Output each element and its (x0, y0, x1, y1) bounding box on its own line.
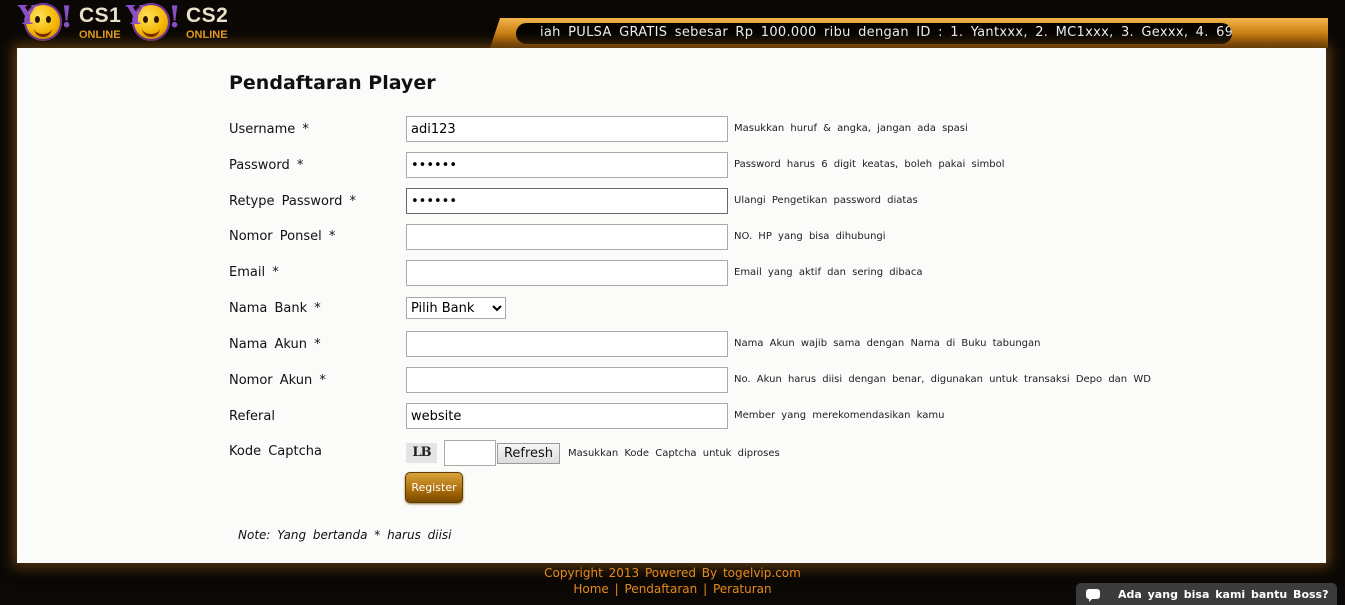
chat-bubble-icon (1086, 589, 1100, 602)
referral-label: Referal (229, 409, 275, 424)
footer-separator: | (703, 582, 708, 596)
captcha-label: Kode Captcha (229, 444, 322, 459)
referral-input[interactable] (406, 403, 728, 429)
account-number-label: Nomor Akun * (229, 373, 326, 388)
cs1-label: CS1 (79, 4, 122, 27)
footer-link-home[interactable]: Home (573, 582, 608, 596)
cs2-online-status: ONLINE (186, 29, 228, 41)
bank-label: Nama Bank * (229, 301, 321, 316)
username-label: Username * (229, 122, 309, 137)
email-label: Email * (229, 265, 279, 280)
username-input[interactable] (406, 116, 728, 142)
retype-password-input[interactable] (406, 188, 728, 214)
cs1-online-status: ONLINE (79, 29, 121, 41)
captcha-input[interactable] (444, 440, 496, 466)
news-ticker: iah PULSA GRATIS sebesar Rp 100.000 ribu… (516, 23, 1232, 44)
register-button[interactable]: Register (405, 472, 463, 503)
email-input[interactable] (406, 260, 728, 286)
account-number-input[interactable] (406, 367, 728, 393)
email-hint: Email yang aktif dan sering dibaca (734, 267, 923, 278)
account-name-input[interactable] (406, 331, 728, 357)
footer-copyright: Copyright 2013 Powered By togelvip.com (544, 566, 801, 580)
footer-link-peraturan[interactable]: Peraturan (713, 582, 772, 596)
username-hint: Masukkan huruf & angka, jangan ada spasi (734, 123, 968, 134)
referral-hint: Member yang merekomendasikan kamu (734, 410, 945, 421)
chat-text: Ada yang bisa kami bantu Boss? (1118, 588, 1329, 601)
password-hint: Password harus 6 digit keatas, boleh pak… (734, 159, 1005, 170)
phone-hint: NO. HP yang bisa dihubungi (734, 231, 886, 242)
captcha-refresh-button[interactable]: Refresh (497, 443, 560, 464)
ticker-text: iah PULSA GRATIS sebesar Rp 100.000 ribu… (540, 25, 1232, 40)
phone-label: Nomor Ponsel * (229, 229, 336, 244)
footer-separator: | (614, 582, 619, 596)
captcha-hint: Masukkan Kode Captcha untuk diproses (568, 448, 780, 459)
bank-select[interactable]: Pilih Bank (406, 297, 506, 319)
captcha-image: LB (406, 443, 437, 463)
live-chat-widget[interactable]: Ada yang bisa kami bantu Boss? (1076, 583, 1337, 605)
cs2-status[interactable]: Y ! CS2 ONLINE (124, 0, 234, 44)
account-name-label: Nama Akun * (229, 337, 321, 352)
page-title: Pendaftaran Player (229, 72, 436, 94)
required-note: Note: Yang bertanda * harus diisi (238, 528, 452, 542)
account-number-hint: No. Akun harus diisi dengan benar, digun… (734, 374, 1151, 385)
cs1-status[interactable]: Y ! CS1 ONLINE (16, 0, 126, 44)
cs2-label: CS2 (186, 4, 229, 27)
retype-password-label: Retype Password * (229, 194, 356, 209)
retype-password-hint: Ulangi Pengetikan password diatas (734, 195, 918, 206)
phone-input[interactable] (406, 224, 728, 250)
password-input[interactable] (406, 152, 728, 178)
footer-link-pendaftaran[interactable]: Pendaftaran (625, 582, 698, 596)
password-label: Password * (229, 158, 304, 173)
account-name-hint: Nama Akun wajib sama dengan Nama di Buku… (734, 338, 1041, 349)
